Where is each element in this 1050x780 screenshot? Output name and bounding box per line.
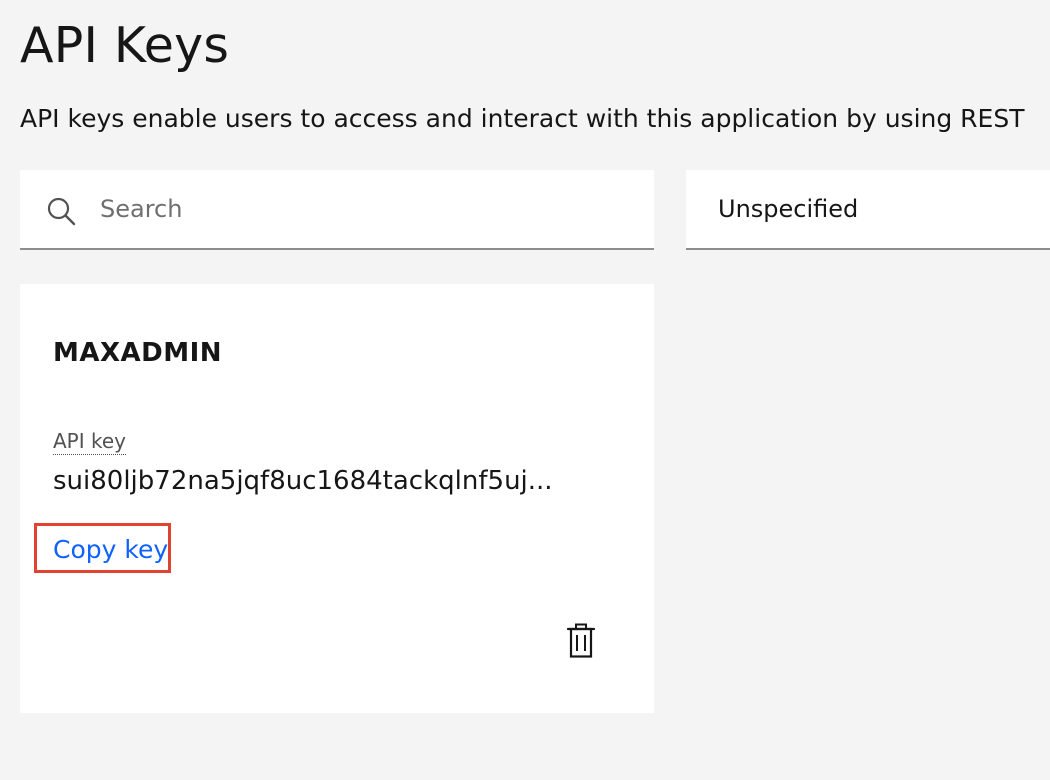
search-box[interactable] bbox=[20, 170, 654, 250]
api-key-value: sui80ljb72na5jqf8uc1684tackqlnf5uj... bbox=[53, 466, 553, 496]
page-description: API keys enable users to access and inte… bbox=[20, 104, 1025, 133]
filter-selected-value: Unspecified bbox=[718, 195, 859, 223]
delete-key-button[interactable] bbox=[560, 620, 602, 662]
api-key-label: API key bbox=[53, 429, 127, 455]
page-title: API Keys bbox=[20, 17, 230, 74]
search-input[interactable] bbox=[100, 170, 640, 248]
api-key-card: MAXADMIN API key sui80ljb72na5jqf8uc1684… bbox=[20, 284, 654, 713]
trash-icon bbox=[566, 623, 596, 658]
filter-dropdown[interactable]: Unspecified bbox=[686, 170, 1050, 250]
search-icon bbox=[47, 197, 76, 226]
api-key-user: MAXADMIN bbox=[53, 338, 223, 368]
copy-key-link[interactable]: Copy key bbox=[53, 534, 168, 566]
